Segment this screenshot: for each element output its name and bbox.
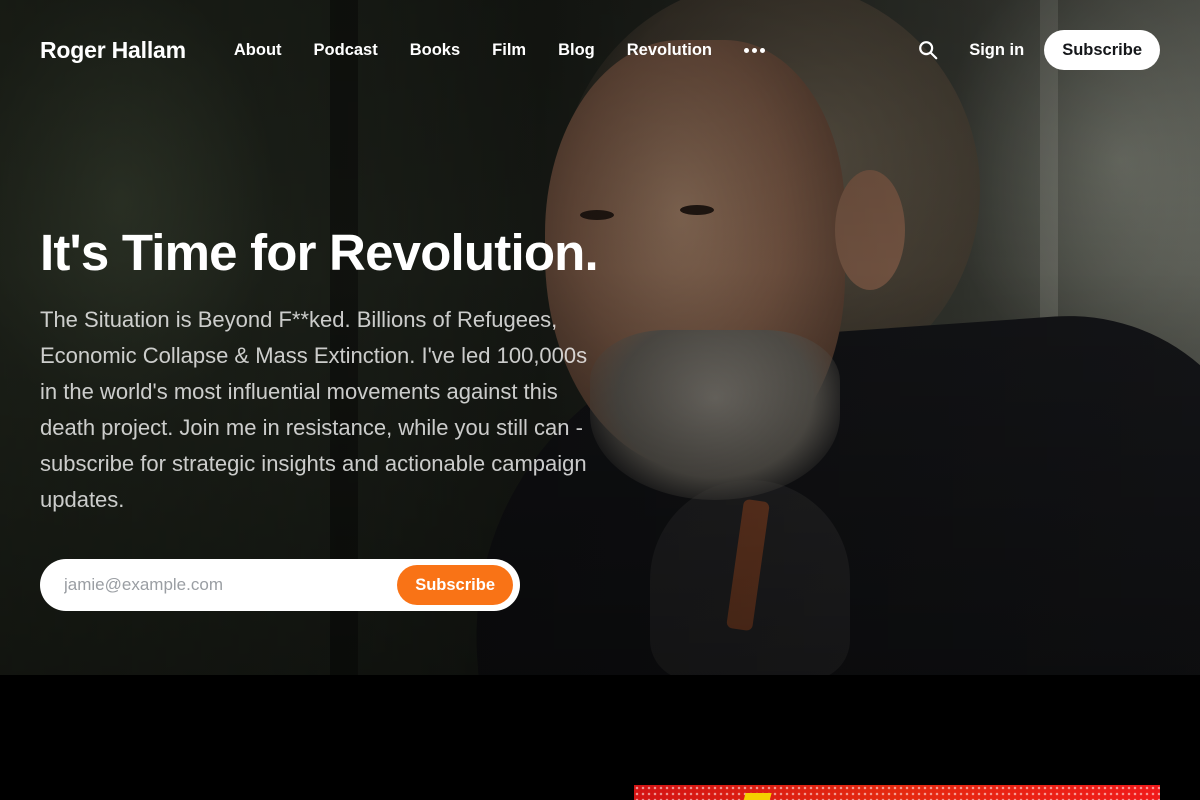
nav-item-blog[interactable]: Blog [558, 41, 595, 60]
site-logo[interactable]: Roger Hallam [40, 37, 186, 64]
nav-item-film[interactable]: Film [492, 41, 526, 60]
signup-subscribe-button[interactable]: Subscribe [397, 565, 513, 605]
nav-item-podcast[interactable]: Podcast [314, 41, 378, 60]
hero-section: Roger Hallam About Podcast Books Film Bl… [0, 0, 1200, 675]
signin-link[interactable]: Sign in [969, 41, 1024, 60]
header-actions: Sign in Subscribe [917, 30, 1160, 70]
nav-item-books[interactable]: Books [410, 41, 460, 60]
main-nav: About Podcast Books Film Blog Revolution [234, 41, 765, 60]
featured-post-image[interactable] [634, 785, 1160, 800]
email-signup-form: Subscribe [40, 559, 520, 611]
site-header: Roger Hallam About Podcast Books Film Bl… [0, 0, 1200, 100]
header-subscribe-button[interactable]: Subscribe [1044, 30, 1160, 70]
more-horizontal-icon[interactable] [744, 44, 765, 57]
nav-item-about[interactable]: About [234, 41, 282, 60]
nav-item-revolution[interactable]: Revolution [627, 41, 712, 60]
featured-section [0, 675, 1200, 800]
email-input[interactable] [64, 575, 398, 595]
hero-description: The Situation is Beyond F**ked. Billions… [40, 307, 588, 512]
hero-title: It's Time for Revolution. [40, 224, 599, 281]
search-icon[interactable] [917, 39, 939, 61]
